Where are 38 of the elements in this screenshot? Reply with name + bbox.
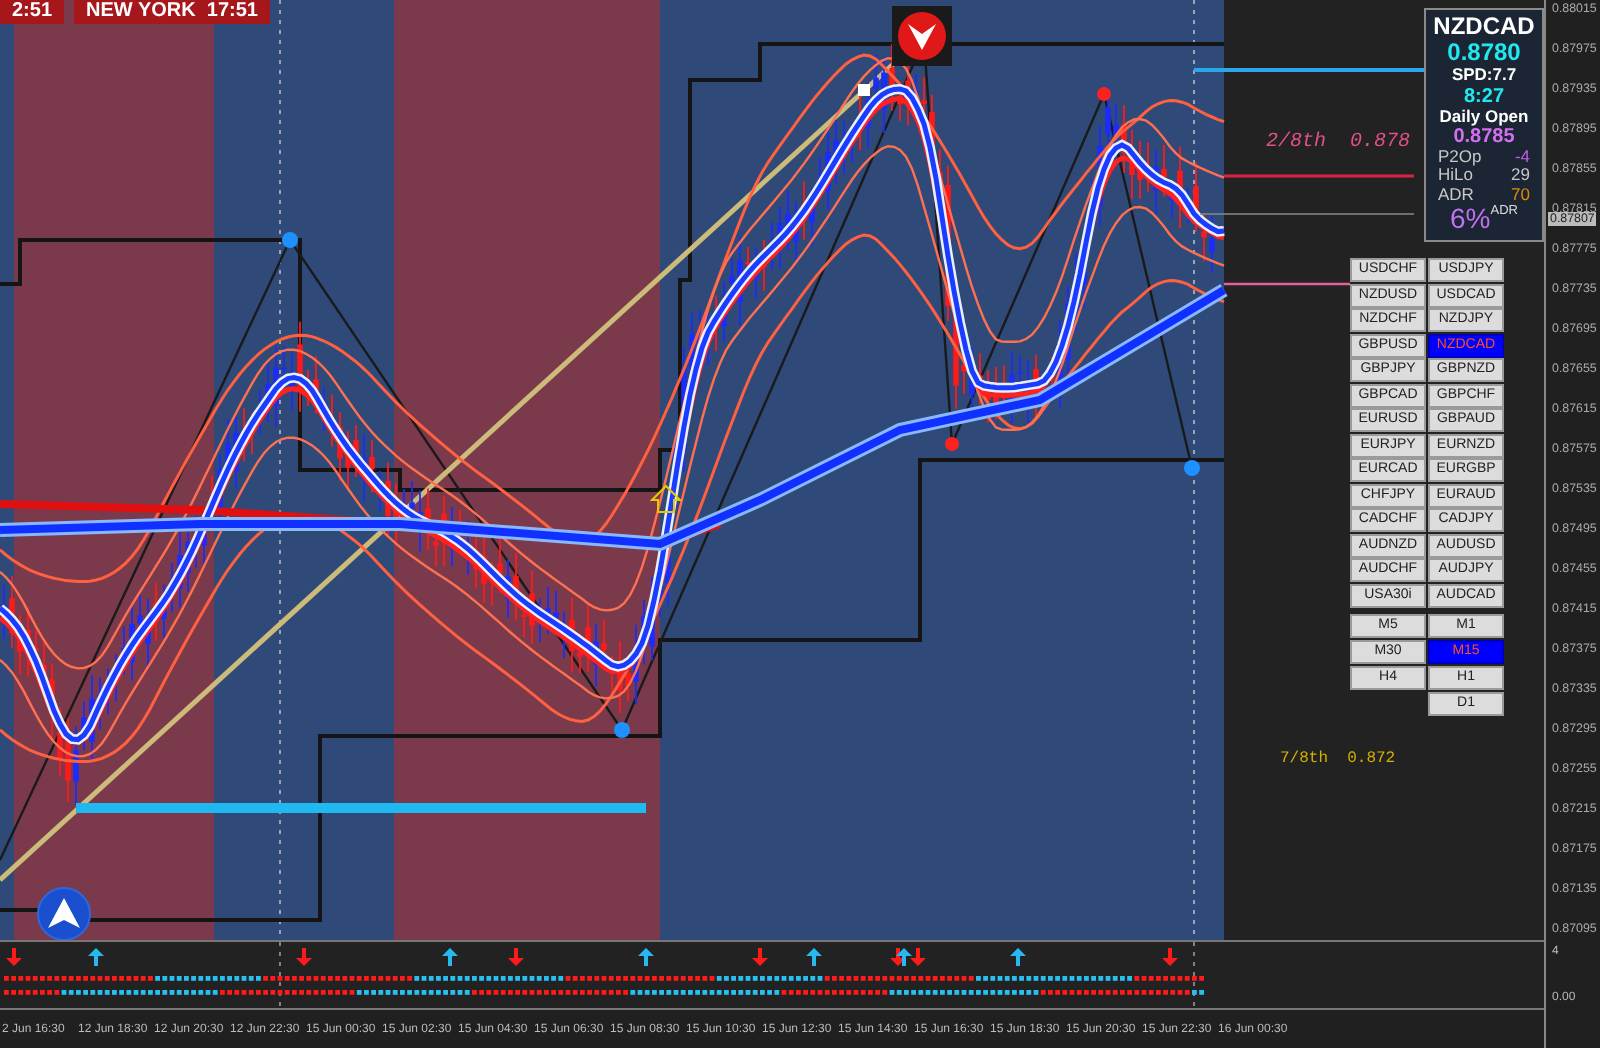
- symbol-name: NZDCAD: [1433, 14, 1535, 41]
- stat-label: ADR: [1438, 185, 1474, 205]
- stat-value: 29: [1511, 166, 1530, 186]
- pivot-dot: [945, 437, 959, 451]
- up-arrow-icon: [896, 948, 912, 966]
- pivot-dot: [282, 232, 298, 248]
- stat-value: -4: [1514, 148, 1530, 167]
- up-arrow-icon: [806, 948, 822, 966]
- up-arrow-icon: [649, 484, 683, 513]
- down-arrow-icon: [508, 948, 524, 966]
- down-arrow-icon: [752, 948, 768, 966]
- down-arrow-icon: [296, 948, 312, 966]
- down-arrow-icon: [1162, 948, 1178, 966]
- pivot-dot: [1097, 87, 1111, 101]
- daily-open-label: Daily Open: [1439, 107, 1529, 127]
- square-marker: [858, 84, 870, 96]
- candle-timer: 8:27: [1463, 85, 1504, 108]
- up-arrow-marker-icon: [37, 887, 91, 940]
- session-clock: 2:51: [0, 0, 65, 24]
- bid-price: 0.8780: [1447, 40, 1521, 67]
- pivot-dot: [614, 722, 630, 738]
- down-arrow-marker-icon: [892, 6, 952, 66]
- adr-percent: 6%: [1450, 204, 1491, 235]
- stat-label: HiLo: [1438, 166, 1473, 186]
- session-clock: NEW YORK 17:51: [74, 0, 270, 24]
- spread-value: SPD:7.7: [1451, 66, 1517, 86]
- up-arrow-icon: [442, 948, 458, 966]
- daily-open-price: 0.8785: [1453, 126, 1515, 149]
- stat-value: 70: [1511, 185, 1530, 205]
- level-label: 7/8th 0.872: [1280, 750, 1396, 768]
- up-arrow-icon: [1010, 948, 1026, 966]
- level-line: [1224, 282, 1350, 286]
- level-label: 2/8th 0.878: [1266, 132, 1411, 154]
- up-arrow-icon: [638, 948, 654, 966]
- stat-label: P2Op: [1438, 148, 1482, 167]
- up-arrow-icon: [88, 948, 104, 966]
- down-arrow-icon: [6, 948, 22, 966]
- pivot-dot: [1184, 460, 1200, 476]
